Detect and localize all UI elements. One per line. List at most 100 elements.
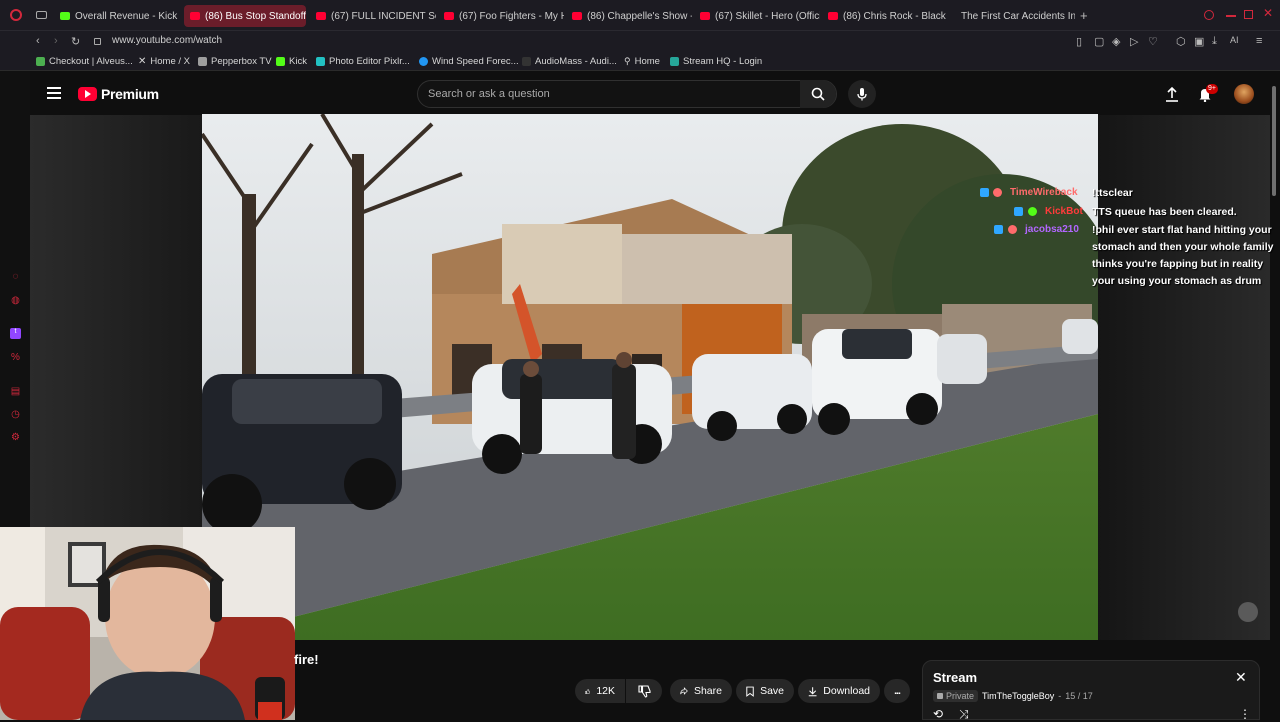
sidebar-wallet-icon[interactable]: ◍	[10, 295, 21, 306]
search-button[interactable]	[800, 80, 836, 108]
share-label: Share	[693, 685, 722, 697]
like-button[interactable]: 12K	[575, 679, 625, 703]
webcam-overlay	[0, 527, 295, 720]
wallet-icon[interactable]: ▣	[1194, 35, 1204, 48]
browser-tab[interactable]: (67) FULL INCIDENT Soph	[310, 5, 436, 27]
maximize-icon[interactable]	[1244, 10, 1253, 19]
close-window-icon[interactable]: ✕	[1263, 6, 1273, 20]
browser-tab[interactable]: Overall Revenue - Kick Das	[54, 5, 180, 27]
more-actions-button[interactable]: ...	[884, 679, 910, 703]
tab-overview-icon[interactable]	[36, 11, 47, 19]
playlist-position: 15 / 17	[1065, 691, 1093, 701]
chat-badge-icon	[980, 188, 989, 197]
youtube-premium-logo[interactable]: Premium	[78, 86, 159, 102]
close-playlist-icon[interactable]: ✕	[1235, 669, 1247, 686]
bookmark-favicon-icon	[316, 57, 325, 66]
bookmark-label: Home / X	[150, 56, 190, 67]
lock-icon	[937, 693, 943, 699]
youtube-favicon-icon	[190, 12, 200, 20]
playlist-panel: Stream ✕ Private TimTheToggleBoy - 15 / …	[922, 660, 1260, 721]
bookmark-item[interactable]: Kick	[276, 56, 307, 67]
video-frame[interactable]	[202, 114, 1098, 640]
loop-playlist-icon[interactable]: ⟲	[933, 707, 943, 721]
browser-logo-icon[interactable]	[10, 9, 22, 21]
sidebar-history-icon[interactable]: ◷	[10, 409, 21, 420]
download-button[interactable]: Download	[798, 679, 880, 703]
share-icon	[680, 687, 688, 695]
extensions-icon[interactable]: ⬡	[1176, 35, 1186, 48]
youtube-favicon-icon	[572, 12, 582, 20]
url-field[interactable]: www.youtube.com/watch	[112, 35, 222, 46]
share-button[interactable]: Share	[670, 679, 732, 703]
chat-badge-icon	[1008, 225, 1017, 234]
hamburger-menu-icon[interactable]	[47, 87, 61, 99]
chat-message: !ttsclear	[1092, 187, 1133, 199]
sidebar-reading-list-icon[interactable]: ▤	[10, 386, 21, 397]
save-button[interactable]: Save	[736, 679, 794, 703]
playlist-title[interactable]: Stream	[933, 670, 977, 685]
sidebar-settings-icon[interactable]: ⚙	[10, 432, 21, 443]
bookmark-item[interactable]: ✕ Home / X	[138, 56, 190, 67]
ai-icon[interactable]: AI	[1230, 35, 1239, 45]
chat-badge-icon	[994, 225, 1003, 234]
channel-watermark-icon[interactable]	[1238, 602, 1258, 622]
privacy-badge: Private	[933, 690, 979, 702]
browser-tab[interactable]: (86) Chris Rock - Black Pe	[822, 5, 948, 27]
browser-tab[interactable]: The First Car Accidents In	[955, 5, 1075, 27]
browser-tab-active[interactable]: (86) Bus Stop Standoff	[184, 5, 306, 27]
sidebar-percent-icon[interactable]: %	[10, 352, 21, 363]
search-input[interactable]: Search or ask a question	[428, 88, 550, 100]
account-avatar[interactable]	[1234, 84, 1254, 104]
shield-icon[interactable]: ◈	[1112, 35, 1120, 48]
back-icon[interactable]: ‹	[36, 35, 40, 47]
tab-title: (67) Skillet - Hero (Official	[715, 10, 820, 22]
reload-icon[interactable]: ↻	[71, 35, 80, 48]
bookmark-item[interactable]: Wind Speed Forec...	[419, 56, 519, 67]
minimize-icon[interactable]	[1226, 15, 1236, 17]
tab-title: (86) Chappelle's Show - T	[587, 10, 692, 22]
page-scrollbar[interactable]	[1272, 86, 1276, 196]
search-box[interactable]: Search or ask a question	[417, 80, 837, 108]
new-tab-button[interactable]: +	[1080, 8, 1088, 23]
privacy-label: Private	[946, 691, 975, 701]
bookmark-icon[interactable]: ▯	[1076, 35, 1082, 48]
youtube-favicon-icon	[316, 12, 326, 20]
search-tabs-icon[interactable]	[1204, 10, 1214, 20]
playlist-owner[interactable]: TimTheToggleBoy	[982, 691, 1054, 701]
bookmark-item[interactable]: Pepperbox TV	[198, 56, 272, 67]
youtube-favicon-icon	[828, 12, 838, 20]
bookmark-item[interactable]: Photo Editor Pixlr...	[316, 56, 410, 67]
forward-icon[interactable]: ›	[54, 35, 58, 47]
bookmark-item[interactable]: AudioMass - Audi...	[522, 56, 617, 67]
sidebar-leo-icon[interactable]: ◌	[10, 271, 21, 282]
bookmark-item[interactable]: ⚲ Home	[624, 56, 660, 67]
tab-title: (67) FULL INCIDENT Soph	[331, 10, 436, 22]
dislike-button[interactable]	[626, 679, 662, 703]
save-label: Save	[760, 685, 784, 697]
browser-tab[interactable]: (67) Skillet - Hero (Official	[694, 5, 820, 27]
voice-search-button[interactable]	[848, 80, 876, 108]
browser-tab[interactable]: (86) Chappelle's Show - T	[566, 5, 692, 27]
like-count: 12K	[596, 685, 615, 697]
notification-count-badge: 9+	[1206, 84, 1218, 94]
bookmark-item[interactable]: Checkout | Alveus...	[36, 56, 133, 67]
create-upload-icon[interactable]	[1165, 86, 1179, 102]
location-pin-icon: ⚲	[624, 56, 631, 66]
microphone-icon	[857, 88, 867, 101]
play-icon[interactable]: ▷	[1130, 35, 1138, 48]
bookmarks-bar: Checkout | Alveus... ✕ Home / X Pepperbo…	[0, 53, 1280, 71]
menu-icon[interactable]: ≡	[1256, 35, 1262, 47]
download-icon[interactable]: ⤓	[1212, 35, 1217, 48]
browser-tab[interactable]: (67) Foo Fighters - My He	[438, 5, 564, 27]
save-bookmark-icon	[746, 686, 754, 697]
chat-username: KickBot	[1045, 206, 1083, 217]
download-label: Download	[823, 685, 870, 697]
bookmark-item[interactable]: Stream HQ - Login	[670, 56, 762, 67]
sidebar-twitch-icon[interactable]: t	[10, 328, 21, 339]
tab-title: (86) Bus Stop Standoff	[205, 10, 306, 22]
thumbs-down-icon	[637, 684, 651, 698]
playlist-menu-icon[interactable]: ⋮	[1239, 707, 1251, 721]
screenshot-icon[interactable]: ▢	[1094, 35, 1104, 48]
bookmark-favicon-icon	[522, 57, 531, 66]
heart-icon[interactable]: ♡	[1148, 35, 1158, 48]
